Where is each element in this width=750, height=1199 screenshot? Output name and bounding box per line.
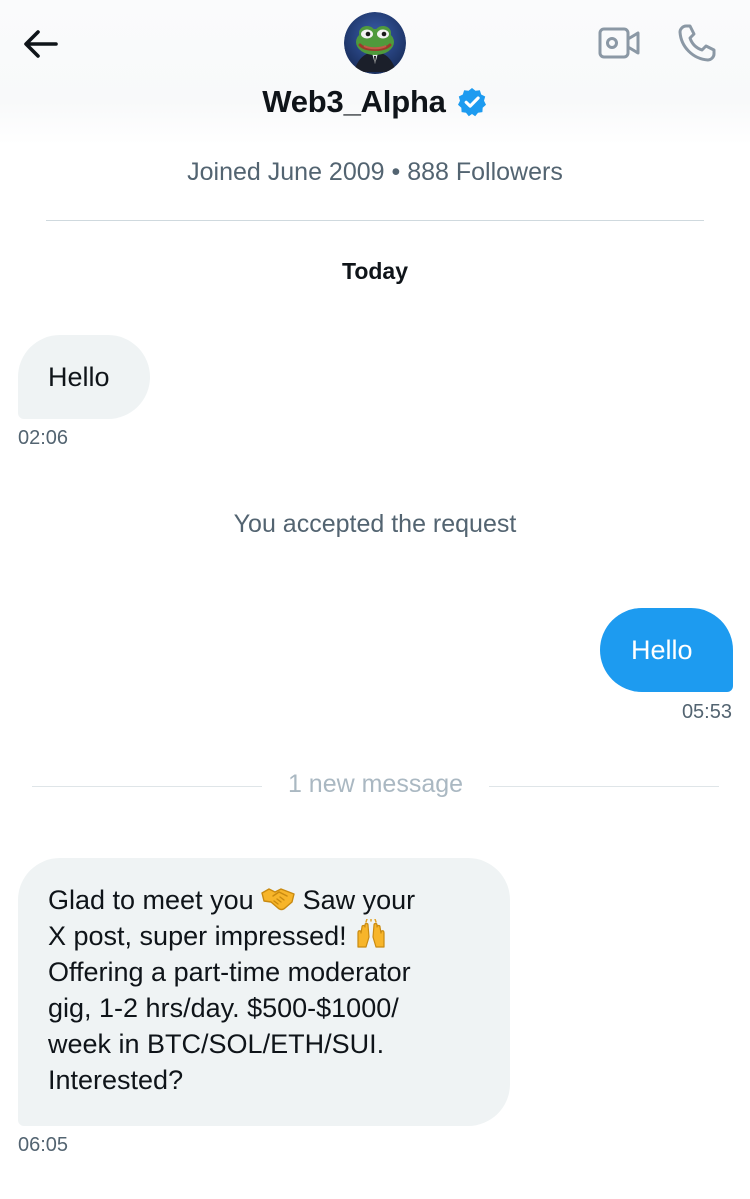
- message-timestamp: 05:53: [681, 701, 732, 723]
- divider-line-left: [32, 786, 262, 787]
- new-message-label: 1 new message: [287, 770, 464, 798]
- dm-conversation-screen: Web3_Alpha Joined June 2009 • 888 Follow…: [0, 0, 750, 1199]
- profile-name-row: Web3_Alpha: [0, 84, 750, 120]
- phone-icon: [678, 24, 716, 62]
- video-call-button[interactable]: [596, 22, 642, 64]
- message-text-part: Glad to meet you: [48, 885, 262, 915]
- outgoing-message-bubble[interactable]: Hello: [600, 608, 733, 692]
- incoming-message-bubble[interactable]: Hello: [18, 335, 150, 419]
- message-text: Hello: [48, 362, 110, 392]
- handshake-emoji-icon: [261, 883, 295, 913]
- avatar[interactable]: [344, 12, 406, 74]
- phone-call-button[interactable]: [674, 20, 720, 66]
- divider-line-right: [489, 786, 719, 787]
- message-timestamp: 02:06: [18, 427, 69, 449]
- profile-join-followers: Joined June 2009 • 888 Followers: [187, 158, 563, 186]
- display-name[interactable]: Web3_Alpha: [262, 84, 446, 120]
- raising-hands-emoji-icon: [354, 918, 388, 949]
- new-message-divider: 1 new message: [0, 768, 750, 804]
- date-separator: Today: [341, 258, 409, 284]
- back-arrow-icon: [24, 30, 58, 58]
- video-call-icon: [598, 27, 640, 59]
- message-timestamp: 06:05: [18, 1134, 69, 1156]
- header-divider: [46, 220, 704, 221]
- verified-badge-icon: [456, 86, 488, 118]
- request-accepted-notice: You accepted the request: [233, 510, 517, 538]
- message-text: Hello: [631, 635, 693, 665]
- message-text-part: Offering a part-time moderator gig, 1-2 …: [48, 957, 411, 1095]
- incoming-message-bubble[interactable]: Glad to meet you Saw your X post, super …: [18, 858, 510, 1126]
- avatar-frog-image: [344, 12, 406, 74]
- back-button[interactable]: [18, 22, 62, 66]
